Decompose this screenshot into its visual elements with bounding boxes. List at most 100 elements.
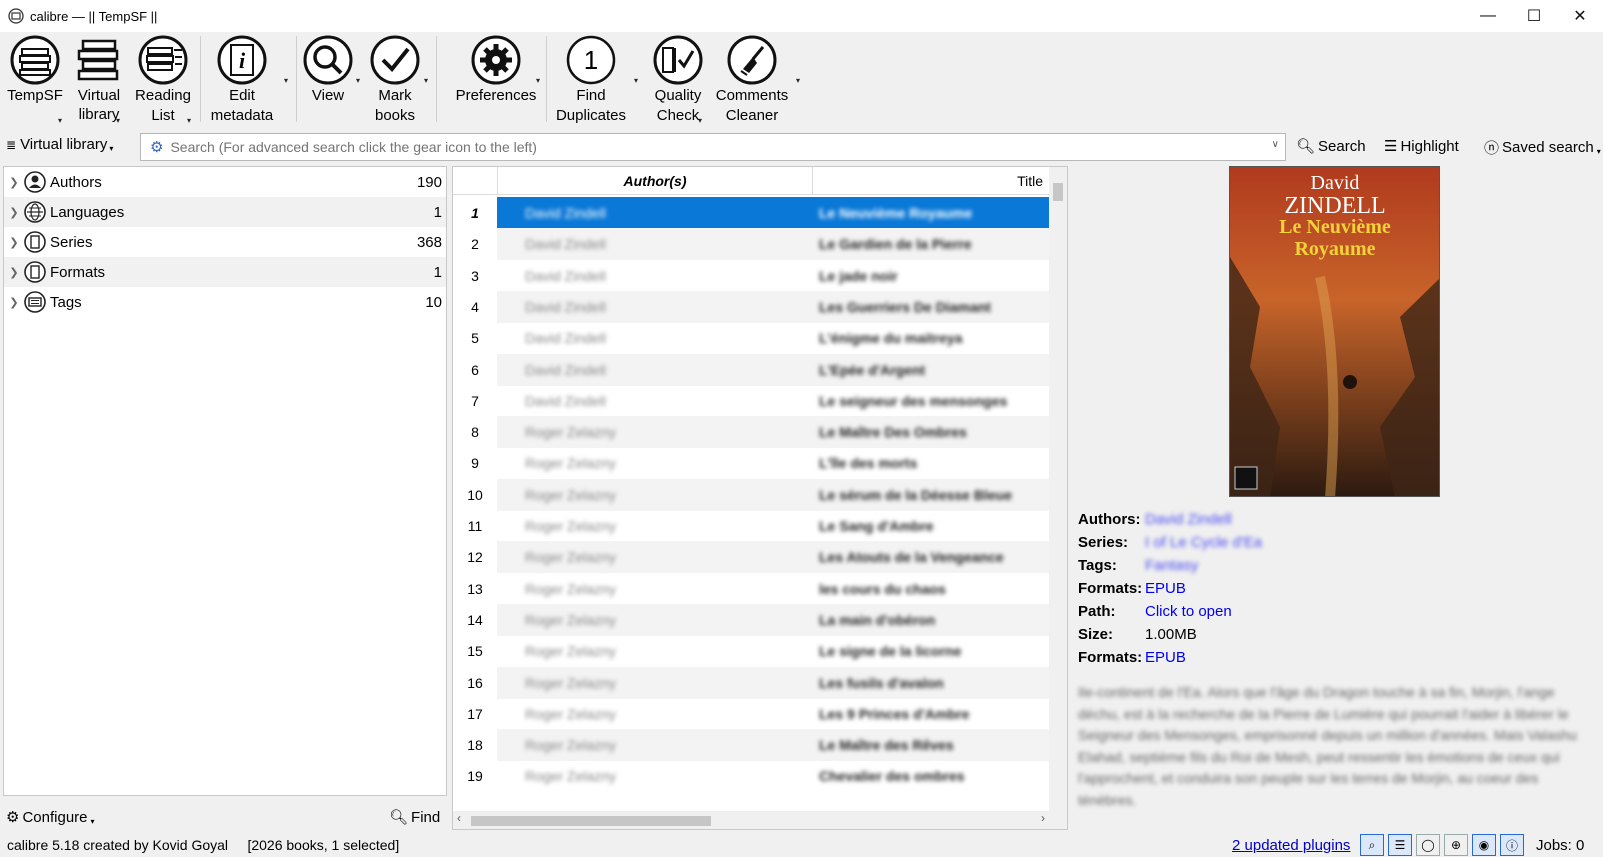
book-row[interactable]: 5 David Zindell L'énigme du maitreya bbox=[453, 322, 1049, 354]
book-row[interactable]: 16 Roger Zelazny Les fusils d'avalon bbox=[453, 666, 1049, 699]
format-link-2[interactable]: EPUB bbox=[1145, 649, 1186, 666]
virtual-library-button[interactable]: Virtual library ▾ bbox=[70, 34, 128, 125]
updated-plugins-link[interactable]: 2 updated plugins bbox=[1232, 837, 1350, 854]
quality-check-icon bbox=[652, 34, 704, 86]
tag-browser-item-authors[interactable]: ❯ Authors 190 bbox=[4, 167, 446, 197]
row-title: Le signe de la licorne bbox=[819, 643, 962, 660]
book-row[interactable]: 15 Roger Zelazny Le signe de la licorne bbox=[453, 635, 1049, 667]
tag-browser-item-series[interactable]: ❯ Series 368 bbox=[4, 227, 446, 257]
book-list-header: Author(s) Title bbox=[453, 167, 1049, 195]
comments-cleaner-label-2: Cleaner bbox=[725, 107, 779, 124]
edit-metadata-button[interactable]: i Edit metadata ▾ bbox=[208, 34, 288, 126]
horizontal-scrollbar[interactable]: ‹ › bbox=[453, 811, 1067, 829]
comments-cleaner-button[interactable]: Comments Cleaner ▾ bbox=[714, 34, 800, 126]
saved-search-button[interactable]: ⓝ Saved search ▾ bbox=[1484, 137, 1601, 158]
book-row[interactable]: 7 David Zindell Le seigneur des mensonges bbox=[453, 385, 1049, 417]
expand-chevron-icon[interactable]: ❯ bbox=[4, 236, 24, 249]
format-link[interactable]: EPUB bbox=[1145, 580, 1186, 597]
layout-quickview-icon[interactable]: ⓘ bbox=[1500, 834, 1524, 856]
search-gear-icon[interactable]: ⚙ bbox=[150, 138, 163, 156]
path-link[interactable]: Click to open bbox=[1145, 603, 1232, 620]
book-row[interactable]: 12 Roger Zelazny Les Atouts de la Vengeanc… bbox=[453, 541, 1049, 574]
preferences-label: Preferences bbox=[455, 87, 537, 104]
layout-search-icon[interactable]: ⌕ bbox=[1360, 834, 1384, 856]
detail-path: Path: Click to open bbox=[1078, 603, 1232, 620]
row-number: 1 bbox=[471, 205, 479, 221]
row-title: L'énigme du maitreya bbox=[819, 330, 963, 347]
close-button[interactable]: ✕ bbox=[1557, 0, 1603, 32]
book-row[interactable]: 11 Roger Zelazny Le Sang d'Ambre bbox=[453, 510, 1049, 542]
book-row[interactable]: 14 Roger Zelazny La main d'obéron bbox=[453, 603, 1049, 636]
tag-link[interactable]: Fantasy bbox=[1145, 557, 1198, 574]
expand-chevron-icon[interactable]: ❯ bbox=[4, 296, 24, 309]
detail-formats-2: Formats: EPUB bbox=[1078, 649, 1186, 666]
comments-cleaner-label-1: Comments bbox=[715, 87, 789, 104]
row-number: 10 bbox=[467, 486, 483, 503]
maximize-button[interactable]: ☐ bbox=[1511, 0, 1557, 32]
row-number: 17 bbox=[467, 705, 483, 722]
search-input[interactable] bbox=[170, 139, 1251, 155]
row-number: 2 bbox=[471, 236, 479, 253]
column-header-title[interactable]: Title bbox=[814, 167, 1049, 195]
book-row[interactable]: 2 David Zindell Le Gardien de la Pierre bbox=[453, 228, 1049, 261]
status-bar: calibre 5.18 created by Kovid Goyal [202… bbox=[0, 833, 1603, 857]
search-button[interactable]: 🔍︎ Search bbox=[1296, 137, 1366, 156]
virtual-library-dropdown[interactable]: ≣ Virtual library ▾ bbox=[6, 136, 113, 153]
find-duplicates-label-2: Duplicates bbox=[555, 107, 627, 124]
find-duplicates-button[interactable]: 1 Find Duplicates ▾ bbox=[554, 34, 638, 126]
expand-chevron-icon[interactable]: ❯ bbox=[4, 176, 24, 189]
series-link[interactable]: I of Le Cycle d'Ea bbox=[1145, 534, 1262, 551]
jobs-indicator[interactable]: Jobs: 0 bbox=[1536, 837, 1584, 854]
book-row[interactable]: 6 David Zindell L'Epée d'Argent bbox=[453, 353, 1049, 386]
book-row[interactable]: 18 Roger Zelazny Le Maître des Rêves bbox=[453, 729, 1049, 762]
book-row[interactable]: 10 Roger Zelazny Le sérum de la Déesse Ble… bbox=[453, 478, 1049, 511]
book-row[interactable]: 9 Roger Zelazny L'île des morts bbox=[453, 447, 1049, 479]
row-author: Roger Zelazny bbox=[525, 643, 617, 660]
row-number: 11 bbox=[467, 518, 483, 534]
book-row[interactable]: 13 Roger Zelazny les cours du chaos bbox=[453, 573, 1049, 605]
expand-chevron-icon[interactable]: ❯ bbox=[4, 206, 24, 219]
size-value: 1.00MB bbox=[1145, 626, 1197, 643]
row-author: David Zindell bbox=[525, 236, 606, 253]
reading-list-button[interactable]: Reading List ▾ bbox=[132, 34, 194, 126]
tag-label: Authors bbox=[50, 173, 102, 191]
tempsf-library-button[interactable]: TempSF ▾ bbox=[6, 34, 64, 125]
book-row[interactable]: 17 Roger Zelazny Les 9 Princes d'Ambre bbox=[453, 698, 1049, 730]
quality-check-button[interactable]: Quality Check ▾ bbox=[650, 34, 706, 126]
row-author: David Zindell bbox=[525, 298, 606, 315]
tag-browser-item-languages[interactable]: ❯ Languages 1 bbox=[4, 197, 446, 227]
search-history-dropdown-icon[interactable]: ∨ bbox=[1272, 139, 1279, 150]
book-row[interactable]: 1 David Zindell Le Neuvième Royaume bbox=[453, 197, 1049, 229]
minimize-button[interactable]: — bbox=[1465, 0, 1511, 32]
view-button[interactable]: View ▾ bbox=[300, 34, 360, 106]
mark-books-button[interactable]: Mark books ▾ bbox=[366, 34, 428, 126]
layout-cover-grid-icon[interactable]: ◯ bbox=[1416, 834, 1440, 856]
book-cover[interactable]: David ZINDELL Le Neuvième Royaume bbox=[1229, 166, 1440, 497]
book-row[interactable]: 4 David Zindell Les Guerriers De Diamant bbox=[453, 290, 1049, 323]
column-header-authors[interactable]: Author(s) bbox=[497, 167, 813, 195]
highlight-button-label: Highlight bbox=[1400, 137, 1459, 155]
book-row[interactable]: 3 David Zindell Le jade noir bbox=[453, 260, 1049, 292]
tag-browser-item-tags[interactable]: ❯ Tags 10 bbox=[4, 287, 446, 317]
author-link[interactable]: David Zindell bbox=[1145, 511, 1232, 528]
layout-browser-icon[interactable]: ⊕ bbox=[1444, 834, 1468, 856]
preferences-button[interactable]: Preferences ▾ bbox=[446, 34, 546, 106]
row-number: 4 bbox=[471, 298, 479, 315]
layout-book-details-icon[interactable]: ◉ bbox=[1472, 834, 1496, 856]
tag-label: Formats bbox=[50, 263, 106, 281]
expand-chevron-icon[interactable]: ❯ bbox=[4, 266, 24, 279]
find-button[interactable]: 🔍︎ Find bbox=[389, 808, 440, 827]
configure-button[interactable]: ⚙ Configure ▾ bbox=[6, 808, 95, 827]
virtual-library-dropdown-label: Virtual library bbox=[20, 136, 108, 153]
book-row[interactable]: 19 Roger Zelazny Chevalier des ombres bbox=[453, 760, 1049, 792]
tempsf-label: TempSF bbox=[7, 87, 63, 104]
search-box[interactable]: ⚙ ∨ bbox=[140, 133, 1286, 161]
row-title: Les Guerriers De Diamant bbox=[819, 298, 991, 315]
layout-tags-icon[interactable]: ☰ bbox=[1388, 834, 1412, 856]
tag-browser-item-formats[interactable]: ❯ Formats 1 bbox=[4, 257, 446, 287]
book-row[interactable]: 8 Roger Zelazny Le Maître Des Ombres bbox=[453, 416, 1049, 449]
highlight-button[interactable]: ☰ Highlight bbox=[1384, 137, 1459, 156]
vertical-scrollbar[interactable] bbox=[1049, 167, 1067, 813]
books-stack-icon bbox=[9, 34, 61, 86]
svg-text:i: i bbox=[239, 48, 246, 73]
